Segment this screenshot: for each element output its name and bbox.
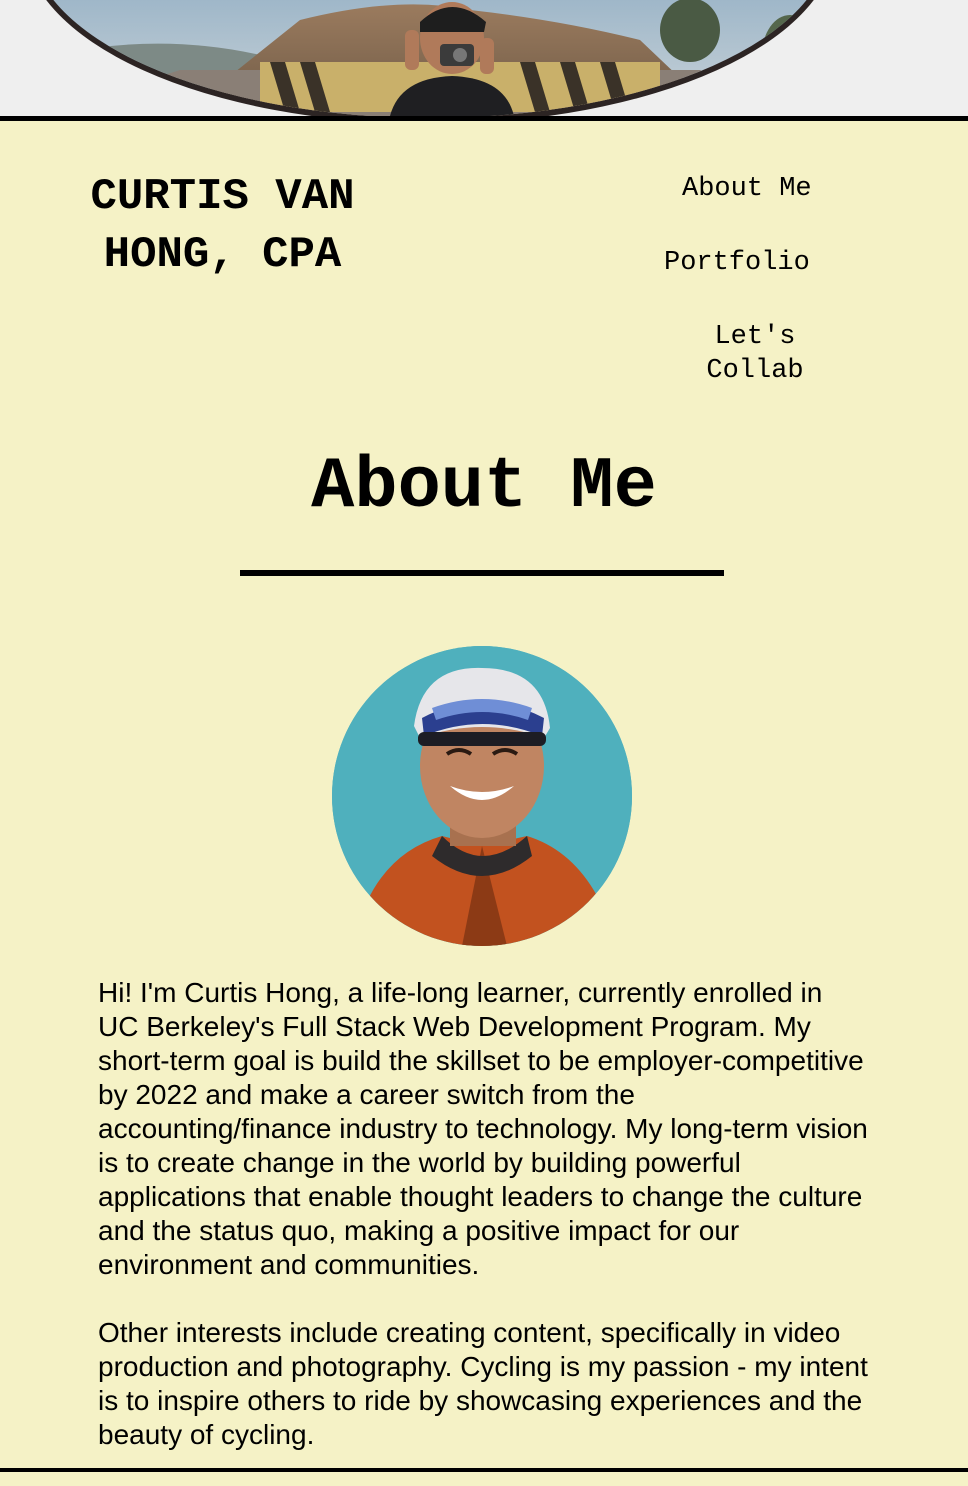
- hero-mirror-photo: [0, 0, 968, 116]
- hero-banner-image: [0, 0, 968, 116]
- nav-link-lets-collab[interactable]: Let's Collab: [640, 320, 840, 388]
- site-title: CURTIS VAN HONG, CPA: [90, 172, 355, 280]
- nav-link-about-me[interactable]: About Me: [640, 172, 870, 206]
- hero-bottom-border: [0, 116, 968, 121]
- bio-paragraph: Other interests include creating content…: [98, 1317, 868, 1450]
- heading-divider: [240, 570, 724, 576]
- bio-paragraph: Hi! I'm Curtis Hong, a life-long learner…: [98, 977, 868, 1280]
- bio-text: Hi! I'm Curtis Hong, a life-long learner…: [98, 976, 868, 1486]
- nav-link-portfolio[interactable]: Portfolio: [640, 246, 870, 280]
- about-heading: About Me: [311, 446, 657, 528]
- profile-photo: [332, 646, 632, 946]
- profile-portrait-illustration: [332, 646, 632, 946]
- main-nav: About Me Portfolio Let's Collab: [640, 172, 870, 388]
- page-bottom-border: [0, 1468, 968, 1472]
